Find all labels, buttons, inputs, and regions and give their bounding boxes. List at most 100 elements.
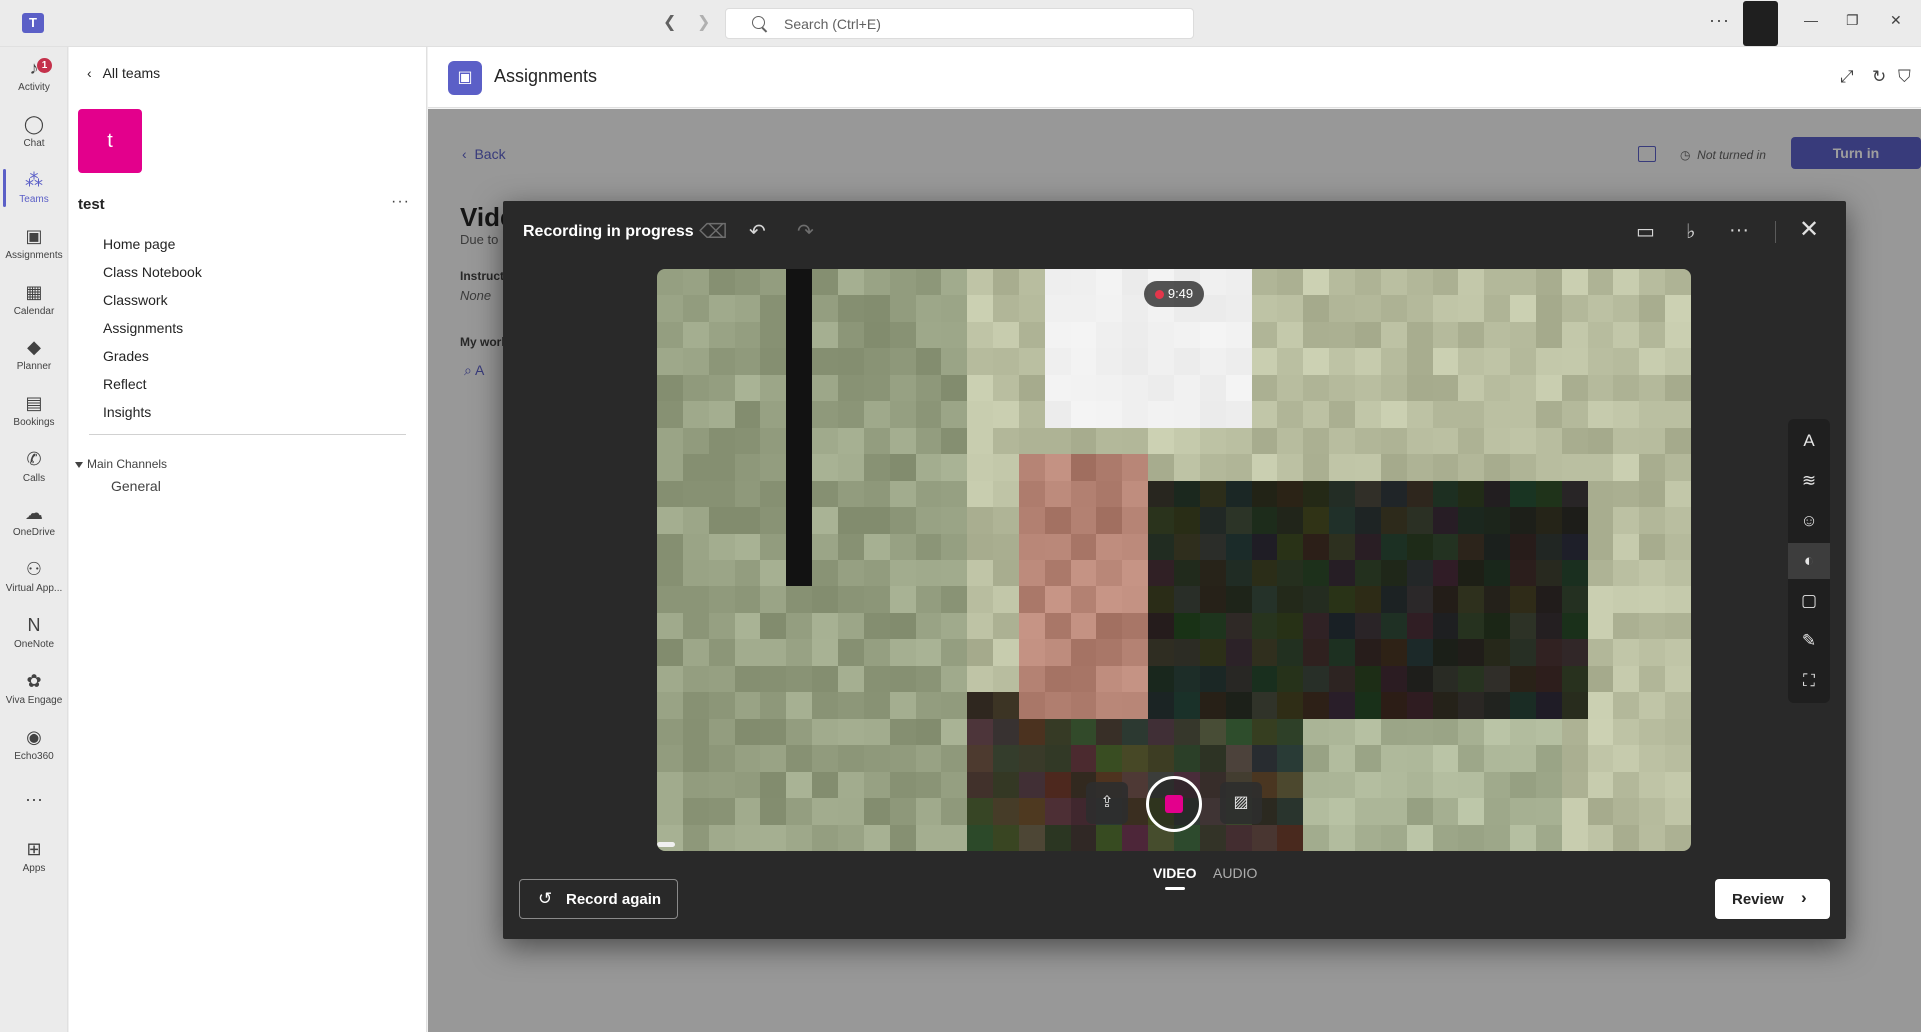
video-pixel — [786, 771, 813, 799]
video-pixel — [1199, 665, 1226, 693]
video-pixel — [1122, 321, 1149, 349]
profile-avatar[interactable] — [1743, 1, 1778, 46]
video-pixel — [993, 745, 1019, 772]
rail-item-virtual-apps[interactable]: ⚇ Virtual App... — [0, 554, 68, 606]
video-pixel — [1251, 692, 1278, 719]
video-pixel — [915, 401, 942, 428]
nav-reflect[interactable]: Reflect — [103, 374, 202, 402]
video-pixel — [682, 480, 709, 508]
video-pixel — [1665, 348, 1691, 375]
nav-classwork[interactable]: Classwork — [103, 290, 202, 318]
nav-assignments[interactable]: Assignments — [103, 318, 202, 346]
close-dialog-icon[interactable]: ✕ — [1799, 215, 1819, 244]
video-pixel — [1406, 771, 1433, 799]
video-pixel — [1354, 639, 1381, 666]
camera-icon[interactable]: ▭ — [1636, 219, 1655, 244]
video-pixel — [837, 798, 864, 825]
record-again-button[interactable]: ↺ Record again — [519, 879, 678, 919]
forward-arrow-icon[interactable]: ❯ — [697, 12, 710, 32]
video-pixel — [1510, 348, 1536, 375]
eraser-icon[interactable]: ⌫ — [699, 219, 727, 244]
share-screen-icon[interactable]: ⇪ — [1086, 782, 1128, 824]
video-pixel — [1510, 295, 1536, 322]
backdrop-icon[interactable]: ⛶ — [1788, 663, 1830, 699]
video-pixel — [1225, 480, 1252, 508]
microphone-icon[interactable]: ♭ — [1686, 219, 1695, 244]
rail-item-echo360[interactable]: ◉ Echo360 — [0, 722, 68, 774]
video-pixel — [1044, 295, 1071, 322]
rail-item-teams[interactable]: ⁂ Teams — [0, 165, 68, 217]
nav-grades[interactable]: Grades — [103, 346, 202, 374]
back-arrow-icon[interactable]: ❮ — [663, 12, 676, 32]
video-pixel — [1458, 348, 1485, 375]
video-pixel — [1044, 401, 1071, 428]
video-pixel — [812, 665, 838, 693]
text-icon[interactable]: A — [1788, 423, 1830, 459]
frame-icon[interactable]: ▢ — [1788, 583, 1830, 619]
window-close-icon[interactable]: ✕ — [1890, 12, 1902, 29]
search-input[interactable]: Search (Ctrl+E) — [725, 8, 1194, 39]
mode-tabs: VIDEO AUDIO — [1153, 865, 1269, 890]
video-pixel — [1044, 639, 1071, 666]
video-pixel — [1432, 480, 1459, 508]
video-pixel — [812, 612, 838, 640]
refresh-icon[interactable]: ↻ — [1872, 67, 1886, 87]
nav-class-notebook[interactable]: Class Notebook — [103, 262, 202, 290]
stop-recording-button[interactable] — [1146, 776, 1202, 832]
board-icon[interactable]: ✎ — [1788, 623, 1830, 659]
restore-icon[interactable]: ❐ — [1846, 12, 1859, 29]
video-pixel — [1225, 295, 1252, 322]
sticker-icon[interactable]: ☺ — [1788, 503, 1830, 539]
redo-icon[interactable]: ↷ — [797, 219, 814, 244]
rail-item-planner[interactable]: ◆ Planner — [0, 332, 68, 384]
video-pixel — [993, 771, 1019, 799]
video-pixel — [1535, 560, 1562, 587]
video-pixel — [786, 612, 813, 640]
minimize-icon[interactable]: — — [1804, 12, 1818, 28]
video-pixel — [1122, 745, 1149, 772]
video-pixel — [1070, 454, 1097, 481]
shield-icon[interactable]: ⛉ — [1898, 67, 1911, 87]
more-options-icon[interactable]: ··· — [1729, 219, 1749, 242]
rail-item-assignments[interactable]: ▣ Assignments — [0, 221, 68, 273]
nav-home-page[interactable]: Home page — [103, 234, 202, 262]
main-channels-toggle[interactable]: Main Channels — [75, 457, 167, 471]
team-more-button[interactable]: ··· — [391, 193, 410, 211]
video-pixel — [1096, 427, 1123, 455]
pen-icon[interactable]: ≋ — [1788, 463, 1830, 499]
filter-icon[interactable]: ◐ — [1788, 543, 1830, 579]
video-pixel — [1613, 454, 1640, 481]
video-pixel — [1484, 639, 1511, 666]
rail-item-calendar[interactable]: ▦ Calendar — [0, 277, 68, 329]
rail-item-activity[interactable]: ♪ 1 Activity — [0, 53, 68, 105]
rail-item-viva-engage[interactable]: ✿ Viva Engage — [0, 666, 68, 718]
undo-icon[interactable]: ↶ — [749, 219, 766, 244]
rail-item-apps[interactable]: ⊞ Apps — [0, 834, 68, 886]
video-pixel — [708, 321, 735, 349]
rail-item-calls[interactable]: ✆ Calls — [0, 444, 68, 496]
video-pixel — [993, 692, 1019, 719]
review-button[interactable]: Review › — [1715, 879, 1830, 919]
video-pixel — [1122, 665, 1149, 693]
nav-insights[interactable]: Insights — [103, 402, 202, 430]
rail-item-bookings[interactable]: ▤ Bookings — [0, 388, 68, 440]
video-pixel — [993, 586, 1019, 613]
video-pixel — [1561, 480, 1588, 508]
all-teams-link[interactable]: ‹ All teams — [87, 65, 160, 81]
tab-audio[interactable]: AUDIO — [1213, 865, 1257, 881]
channel-general[interactable]: General — [111, 478, 161, 494]
settings-more-button[interactable]: ··· — [1709, 10, 1730, 31]
video-pixel — [1225, 427, 1252, 455]
rail-item-onenote[interactable]: N OneNote — [0, 610, 68, 662]
video-pixel — [1665, 533, 1691, 560]
background-effects-icon[interactable]: ▨ — [1220, 782, 1262, 824]
video-pixel — [1148, 639, 1174, 666]
video-pixel — [1148, 348, 1174, 375]
rail-item-onedrive[interactable]: ☁ OneDrive — [0, 498, 68, 550]
tab-video[interactable]: VIDEO — [1153, 865, 1197, 890]
rail-item-chat[interactable]: ◯ Chat — [0, 109, 68, 161]
rail-more-apps-button[interactable]: ··· — [0, 784, 68, 836]
video-pixel — [1639, 798, 1666, 825]
expand-icon[interactable]: ⤢ — [1840, 67, 1854, 87]
video-pixel — [1225, 718, 1252, 746]
